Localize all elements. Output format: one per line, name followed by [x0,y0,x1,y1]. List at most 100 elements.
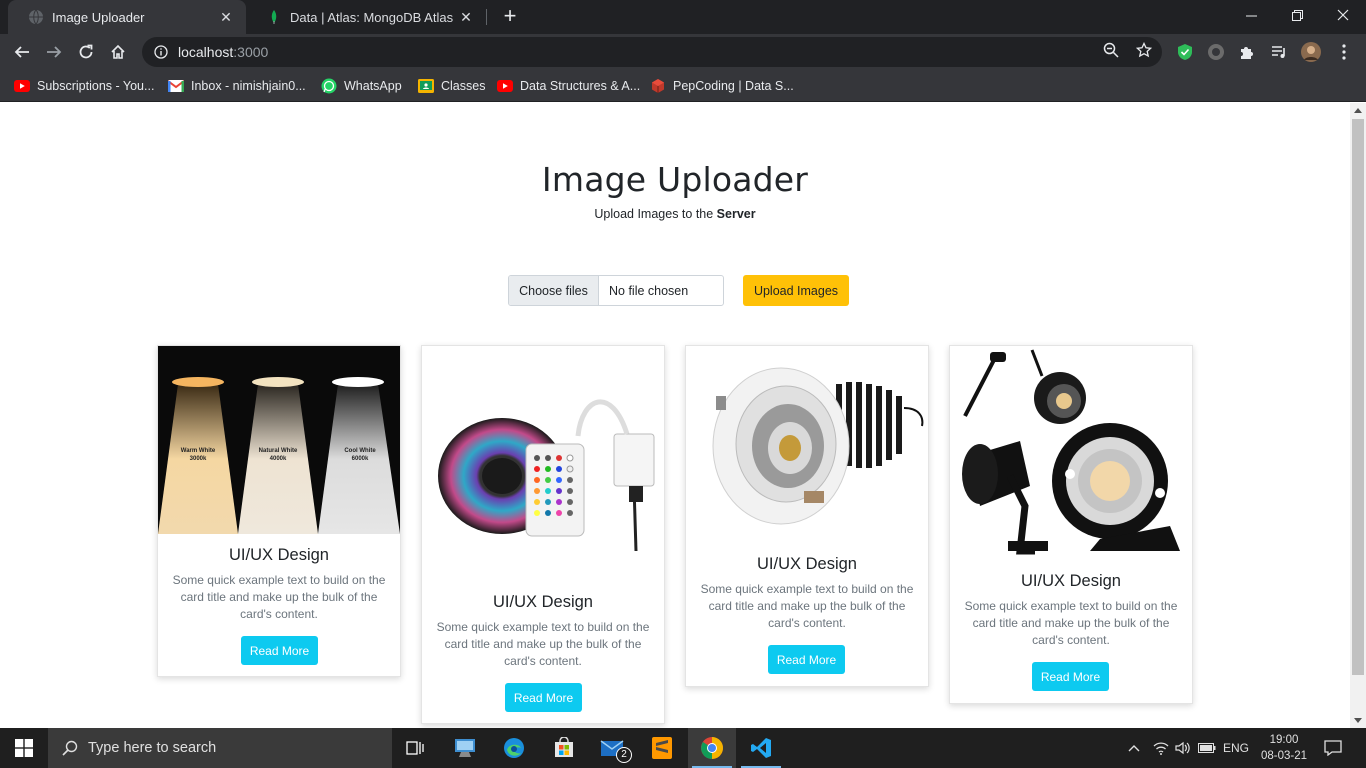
page-scrollbar[interactable] [1350,103,1366,728]
scrollbar-thumb[interactable] [1352,119,1364,675]
page-viewport: Image Uploader Upload Images to the Serv… [0,103,1350,728]
bookmark-label: Classes [441,79,486,93]
read-more-button[interactable]: Read More [505,683,582,712]
bookmark-data-structures[interactable]: Data Structures & A... [497,76,640,96]
info-icon[interactable] [154,45,168,59]
task-view-button[interactable] [392,728,440,768]
bookmark-label: PepCoding | Data S... [673,79,794,93]
search-icon [62,740,78,756]
globe-icon [28,9,44,25]
read-more-button[interactable]: Read More [768,645,845,674]
page-subtitle: Upload Images to the Server [594,207,756,221]
scroll-down-arrow[interactable] [1354,718,1362,723]
warm-white-label: Warm White 3000k [180,448,216,462]
bookmark-whatsapp[interactable]: WhatsApp [321,76,402,96]
minimize-button[interactable] [1228,0,1274,30]
card-text: Some quick example text to build on the … [172,573,386,621]
rgb-led-strip-with-remote-image [422,366,664,556]
language-indicator[interactable]: ENG [1220,728,1252,768]
zoom-icon[interactable] [1102,41,1120,59]
battery-icon[interactable] [1196,728,1218,768]
card-text: Some quick example text to build on the … [700,582,914,630]
forward-button[interactable] [40,38,68,66]
vscode-app[interactable] [737,728,785,768]
extensions-puzzle-icon[interactable] [1237,42,1257,62]
close-tab-icon[interactable]: ✕ [218,9,234,26]
arrow-right-icon [47,46,62,58]
tab-mongodb-atlas[interactable]: Data | Atlas: MongoDB Atlas ✕ [246,0,486,34]
home-icon [111,44,125,59]
windows-taskbar: Type here to search 2 ENG 19:00 08-03-21 [0,728,1366,768]
reload-button[interactable] [72,38,100,66]
restore-button[interactable] [1274,0,1320,30]
card-title: UI/UX Design [757,555,857,573]
notifications-icon[interactable] [1318,728,1348,768]
file-input[interactable]: Choose files No file chosen [508,275,724,306]
chrome-app[interactable] [688,728,736,768]
file-explorer-app[interactable] [441,728,489,768]
task-view-icon [406,741,424,755]
browser-toolbar: localhost:3000 [0,34,1366,70]
volume-icon[interactable] [1172,728,1194,768]
product-card-2: UI/UX Design Some quick example text to … [421,345,665,724]
extension-circle-icon[interactable] [1206,42,1226,62]
system-clock[interactable]: 19:00 08-03-21 [1252,732,1316,764]
profile-avatar[interactable] [1301,42,1321,62]
tab-separator [486,9,487,25]
upload-images-button[interactable]: Upload Images [743,275,849,306]
tab-image-uploader[interactable]: Image Uploader ✕ [8,0,246,34]
bookmark-label: Inbox - nimishjain0... [191,79,306,93]
card-title: UI/UX Design [1021,572,1121,590]
sublime-text-app[interactable] [638,728,686,768]
close-tab-icon[interactable]: ✕ [458,9,474,26]
card-title: UI/UX Design [493,593,593,611]
bookmark-star-icon[interactable] [1135,41,1153,59]
close-window-button[interactable] [1320,0,1366,30]
bookmark-inbox[interactable]: Inbox - nimishjain0... [168,76,306,96]
show-hidden-icons-chevron-icon[interactable] [1124,728,1144,768]
clock-date: 08-03-21 [1260,750,1308,762]
bookmark-subscriptions[interactable]: Subscriptions - You... [14,76,154,96]
bookmark-pepcoding[interactable]: PepCoding | Data S... [650,76,794,96]
back-button[interactable] [8,38,36,66]
choose-files-button[interactable]: Choose files [509,276,599,305]
warm-neutral-cool-white-lights-image: Warm White 3000k Natural White 4000k Cool … [158,346,400,534]
chrome-menu-icon[interactable] [1334,42,1354,62]
page-title: Image Uploader [541,160,809,199]
new-tab-button[interactable]: + [498,4,522,28]
mail-badge: 2 [616,747,632,763]
windows-logo-icon [15,739,33,757]
tab-title: Data | Atlas: MongoDB Atlas [290,9,454,25]
clock-time: 19:00 [1269,734,1299,746]
recessed-cob-downlight-image [686,356,928,536]
card-text: Some quick example text to build on the … [964,599,1178,647]
taskbar-search-box[interactable]: Type here to search [48,728,392,768]
mail-app[interactable]: 2 [589,728,637,768]
natural-white-label: Natural White 4000k [258,448,298,462]
youtube-icon [497,78,513,94]
bookmarks-bar: Subscriptions - You... Inbox - nimishjai… [0,70,1366,102]
search-placeholder: Type here to search [88,740,217,756]
youtube-icon [14,78,30,94]
address-bar[interactable]: localhost:3000 [142,37,1162,67]
home-button[interactable] [104,38,132,66]
read-more-button[interactable]: Read More [241,636,318,665]
edge-browser-app[interactable] [490,728,538,768]
adblock-shield-icon[interactable] [1175,42,1195,62]
edge-icon [504,738,524,758]
tab-title: Image Uploader [52,9,145,25]
vscode-icon [751,738,771,758]
cool-white-label: Cool White 6000k [344,448,376,462]
scroll-up-arrow[interactable] [1354,108,1362,113]
wifi-icon[interactable] [1150,728,1172,768]
card-title: UI/UX Design [229,546,329,564]
media-playlist-icon[interactable] [1269,42,1289,62]
read-more-button[interactable]: Read More [1032,662,1109,691]
microsoft-store-app[interactable] [540,728,588,768]
bookmark-classes[interactable]: Classes [418,76,485,96]
mongodb-leaf-icon [266,9,282,25]
whatsapp-icon [321,78,337,94]
start-button[interactable] [0,728,48,768]
garden-spike-spotlights-image [950,346,1192,556]
product-card-1: Warm White 3000k Natural White 4000k Cool … [157,345,401,677]
